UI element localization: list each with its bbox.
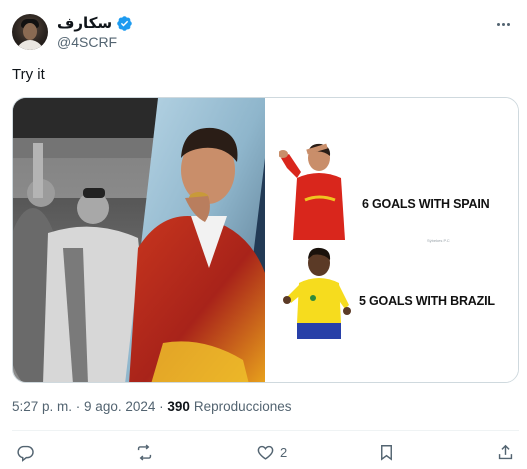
timestamp-separator: · — [72, 399, 85, 414]
like-button[interactable]: 2 — [256, 442, 287, 462]
spain-player-image — [279, 143, 345, 240]
image-watermark: Sýbekes P.C — [427, 238, 450, 243]
share-icon — [498, 444, 513, 459]
reply-button[interactable] — [16, 442, 40, 462]
stat-line-spain: 6 GOALS WITH SPAIN — [362, 197, 490, 211]
stats-panel: 6 GOALS WITH SPAIN Sýbekes P.C 5 GOALS W… — [265, 98, 518, 382]
views-label: Reproducciones — [193, 399, 292, 414]
author-handle[interactable]: @4SCRF — [57, 33, 133, 51]
divider — [12, 430, 519, 431]
views-count: 390 — [167, 399, 190, 414]
tweet-time[interactable]: 5:27 p. m. — [12, 399, 72, 414]
avatar[interactable] — [12, 14, 48, 50]
retweet-icon — [137, 443, 152, 461]
author-display-name[interactable]: سكارف — [57, 14, 112, 32]
retweet-button[interactable] — [135, 442, 159, 462]
more-icon[interactable] — [493, 14, 513, 34]
bookmark-button[interactable] — [377, 442, 401, 462]
views-separator: · — [155, 399, 168, 414]
tweet-header: سكارف @4SCRF — [12, 12, 133, 52]
brazil-player-image — [283, 247, 351, 339]
tweet-timestamp[interactable]: 5:27 p. m. · 9 ago. 2024 · 390 Reproducc… — [12, 399, 291, 414]
tweet-media[interactable]: 6 GOALS WITH SPAIN Sýbekes P.C 5 GOALS W… — [12, 97, 519, 383]
players-photo — [13, 98, 265, 382]
verified-badge-icon — [117, 15, 132, 31]
stat-line-brazil: 5 GOALS WITH BRAZIL — [359, 294, 495, 308]
author-block: سكارف @4SCRF — [57, 14, 133, 51]
action-bar: 2 — [0, 440, 527, 464]
like-icon — [257, 445, 274, 460]
bookmark-icon — [381, 444, 392, 461]
tweet-date[interactable]: 9 ago. 2024 — [84, 399, 155, 414]
like-count: 2 — [280, 444, 288, 460]
share-button[interactable] — [496, 442, 515, 462]
tweet-text: Try it — [12, 66, 45, 83]
reply-icon — [17, 445, 34, 462]
